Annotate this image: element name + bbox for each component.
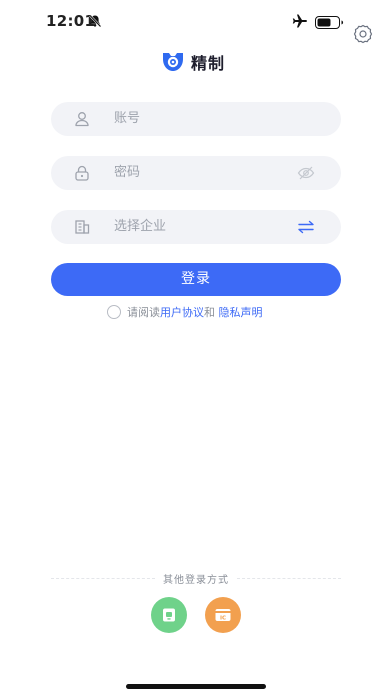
other-login-divider: 其他登录方式 bbox=[51, 571, 341, 586]
ic-card-login-button[interactable]: IC bbox=[205, 597, 241, 633]
privacy-policy-link[interactable]: 隐私声明 bbox=[219, 304, 263, 320]
airplane-icon bbox=[292, 13, 308, 32]
divider-line-left bbox=[51, 578, 155, 579]
home-indicator bbox=[126, 684, 266, 689]
wechat-login-icon bbox=[163, 608, 175, 622]
bell-off-icon bbox=[88, 13, 102, 32]
company-field[interactable]: 选择企业 bbox=[51, 210, 341, 244]
divider-line-right bbox=[237, 578, 341, 579]
agreement-row: 请阅读 用户协议 和 隐私声明 bbox=[107, 304, 263, 320]
gear-icon[interactable] bbox=[353, 24, 373, 48]
swap-icon[interactable] bbox=[297, 219, 315, 239]
login-button[interactable]: 登录 bbox=[51, 263, 341, 296]
agreement-checkbox[interactable] bbox=[107, 305, 121, 319]
lock-icon bbox=[73, 164, 91, 186]
app-logo: 精制 bbox=[161, 50, 225, 74]
svg-text:IC: IC bbox=[220, 616, 226, 622]
company-select-label[interactable]: 选择企业 bbox=[114, 210, 284, 244]
account-input[interactable] bbox=[114, 102, 284, 136]
user-icon bbox=[73, 110, 91, 132]
user-agreement-link[interactable]: 用户协议 bbox=[160, 304, 204, 320]
ic-card-icon: IC bbox=[215, 609, 231, 622]
account-field[interactable] bbox=[51, 102, 341, 136]
agreement-prefix: 请阅读 bbox=[127, 306, 160, 319]
eye-off-icon[interactable] bbox=[297, 165, 315, 185]
building-icon bbox=[73, 218, 91, 240]
agreement-and: 和 bbox=[204, 306, 219, 319]
password-field[interactable] bbox=[51, 156, 341, 190]
status-bar: 12:01 bbox=[0, 0, 392, 44]
wechat-login-button[interactable] bbox=[151, 597, 187, 633]
other-login-title: 其他登录方式 bbox=[163, 575, 229, 586]
logo-mark-icon bbox=[163, 53, 183, 71]
battery-icon bbox=[315, 14, 345, 33]
app-name: 精制 bbox=[191, 54, 226, 73]
password-input[interactable] bbox=[114, 156, 284, 190]
